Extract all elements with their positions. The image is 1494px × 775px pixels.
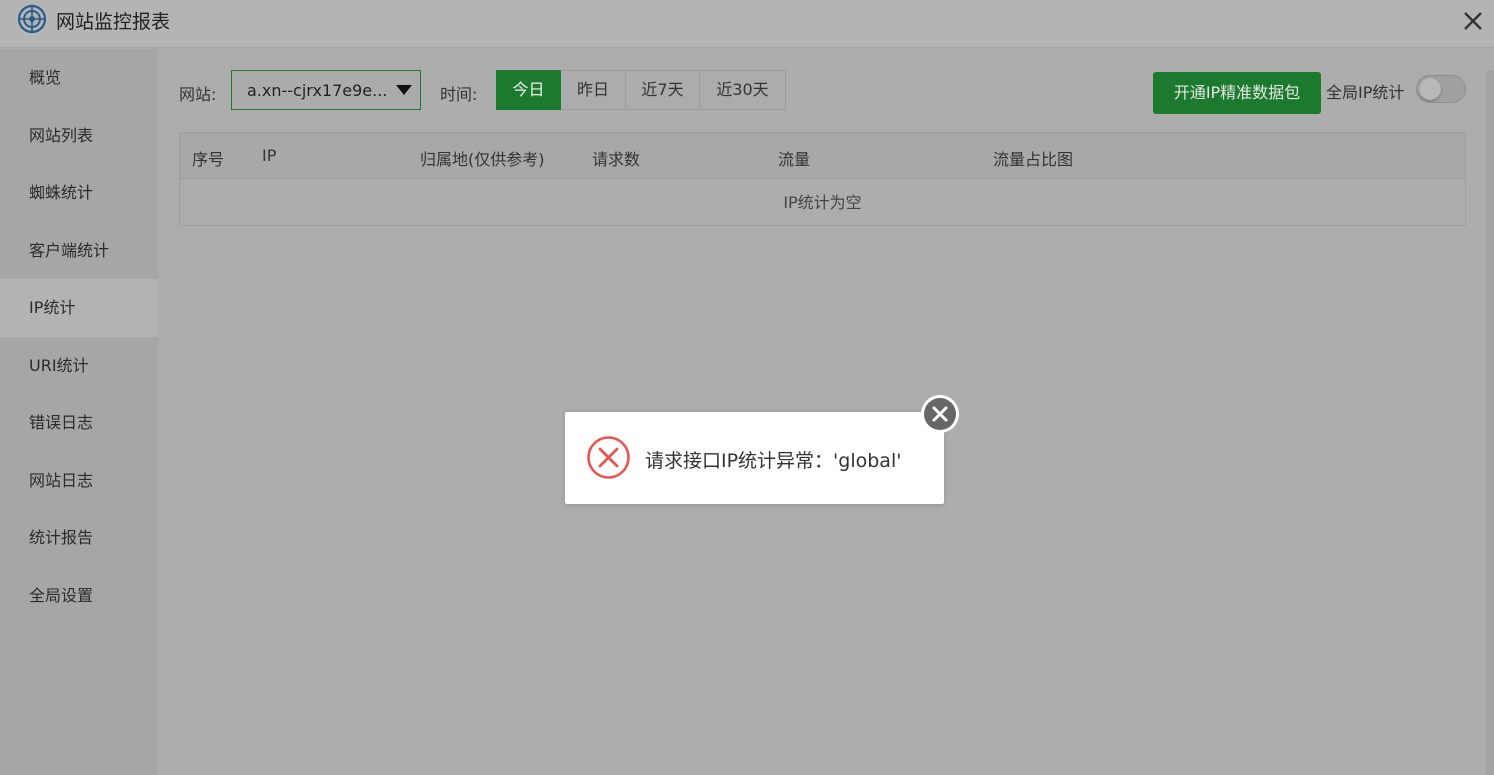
table-empty-message: IP统计为空 [783, 193, 862, 212]
buy-ip-package-button[interactable]: 开通IP精准数据包 [1153, 72, 1321, 114]
close-icon[interactable] [1460, 8, 1486, 34]
column-header-traffic-share: 流量占比图 [993, 150, 1074, 169]
error-dialog: 请求接口IP统计异常：'global' [565, 412, 944, 504]
title-bar: 网站监控报表 [0, 0, 1494, 48]
sidebar-item-global-settings[interactable]: 全局设置 [0, 567, 158, 625]
close-circle-icon[interactable] [919, 393, 961, 435]
tab-yesterday[interactable]: 昨日 [561, 70, 626, 110]
table-header: 序号 IP 归属地(仅供参考) 请求数 流量 流量占比图 [180, 133, 1465, 179]
dialog-message: 请求接口IP统计异常：'global' [645, 450, 902, 472]
sidebar: 概览 网站列表 蜘蛛统计 客户端统计 IP统计 URI统计 错误日志 网站日志 … [0, 49, 158, 775]
tab-last-30-days[interactable]: 近30天 [700, 70, 786, 110]
toggle-knob [1419, 78, 1441, 100]
sidebar-item-uri-stats[interactable]: URI统计 [0, 337, 158, 395]
monitor-logo-icon [17, 4, 47, 34]
time-label: 时间: [440, 85, 478, 104]
sidebar-item-site-log[interactable]: 网站日志 [0, 452, 158, 510]
column-header-ip: IP [262, 146, 277, 165]
column-header-location: 归属地(仅供参考) [420, 150, 545, 169]
column-header-requests: 请求数 [592, 150, 641, 169]
app-title: 网站监控报表 [56, 11, 171, 33]
site-select[interactable]: a.xn--cjrx17e9e... [231, 70, 421, 110]
tab-last-7-days[interactable]: 近7天 [626, 70, 700, 110]
site-select-value: a.xn--cjrx17e9e... [247, 81, 388, 100]
sidebar-item-stats-report[interactable]: 统计报告 [0, 509, 158, 567]
caret-down-icon [396, 85, 412, 95]
sidebar-item-ip-stats[interactable]: IP统计 [0, 279, 158, 337]
tab-today[interactable]: 今日 [496, 70, 561, 110]
sidebar-item-spider-stats[interactable]: 蜘蛛统计 [0, 164, 158, 222]
error-icon [587, 436, 630, 479]
sidebar-item-overview[interactable]: 概览 [0, 49, 158, 107]
global-ip-stats-label: 全局IP统计 [1326, 83, 1405, 102]
sidebar-item-error-log[interactable]: 错误日志 [0, 394, 158, 452]
time-range-tabs: 今日 昨日 近7天 近30天 [496, 70, 786, 110]
site-label: 网站: [179, 85, 217, 104]
global-ip-stats-toggle[interactable] [1416, 75, 1466, 103]
ip-stats-table: 序号 IP 归属地(仅供参考) 请求数 流量 流量占比图 IP统计为空 [179, 132, 1466, 226]
sidebar-item-client-stats[interactable]: 客户端统计 [0, 222, 158, 280]
scrollbar[interactable] [1486, 70, 1494, 775]
column-header-index: 序号 [192, 150, 225, 169]
column-header-traffic: 流量 [778, 150, 811, 169]
sidebar-item-site-list[interactable]: 网站列表 [0, 107, 158, 165]
